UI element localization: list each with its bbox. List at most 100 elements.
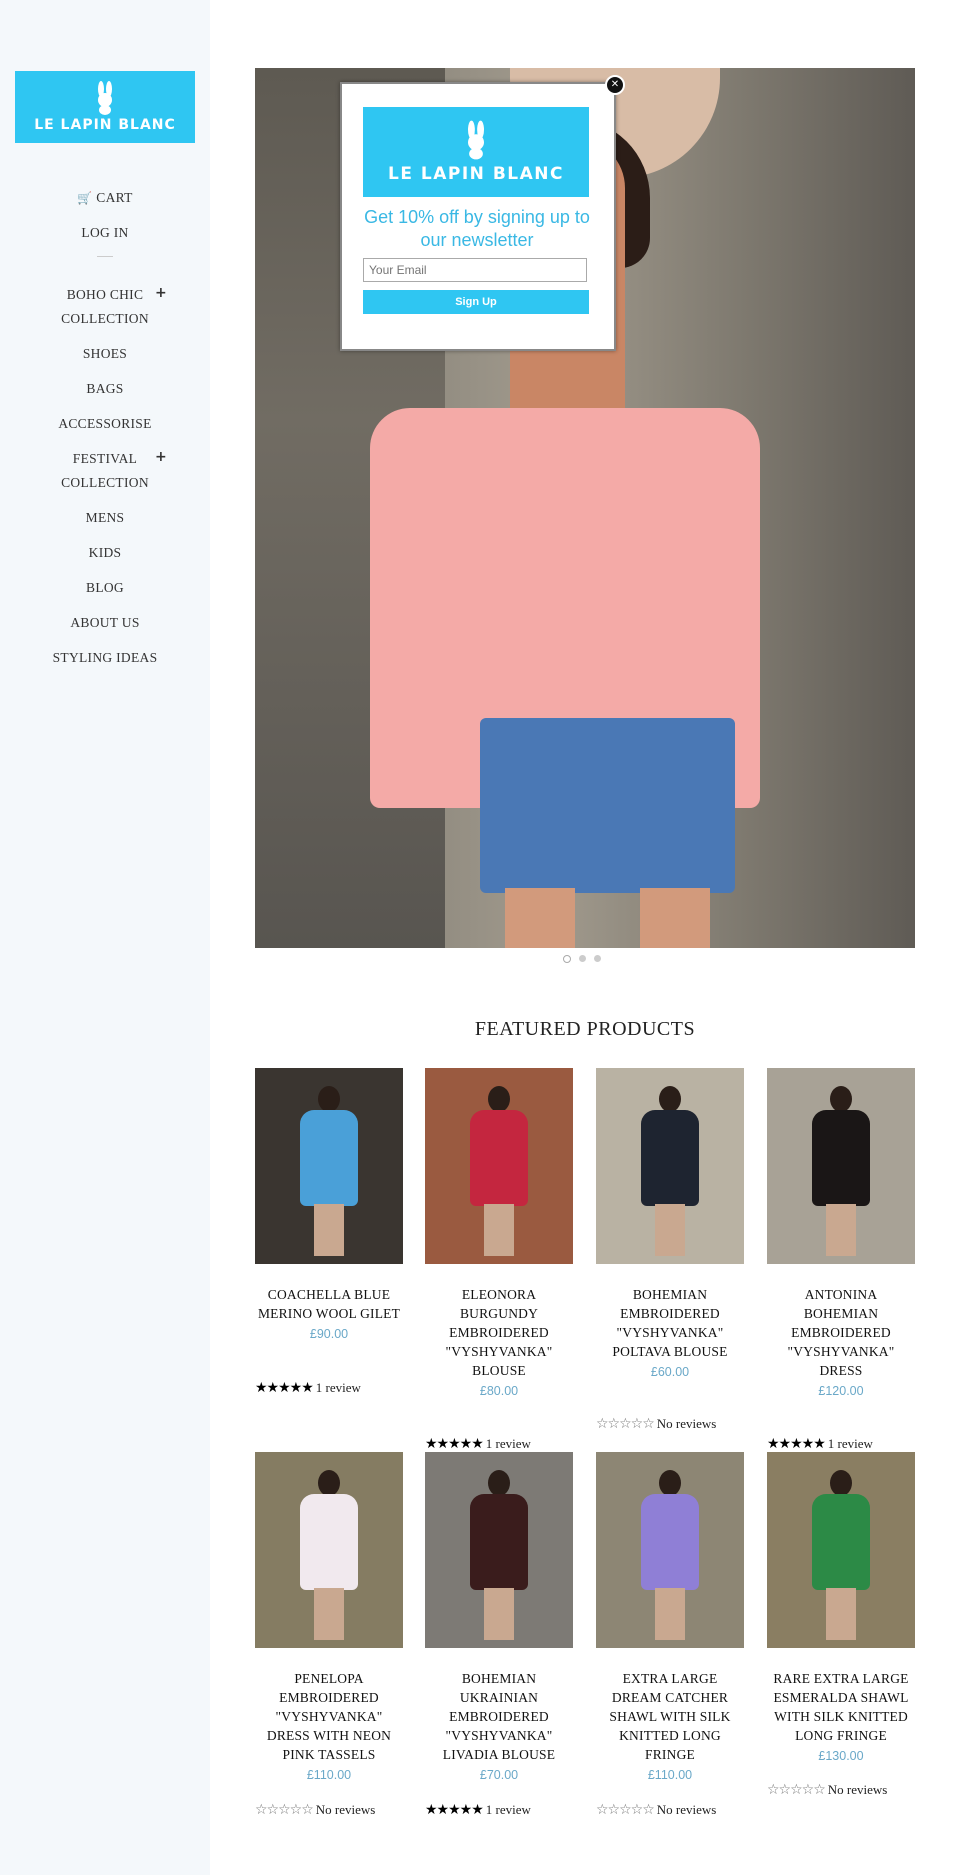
product-garment [300, 1494, 358, 1590]
product-title[interactable]: COACHELLA BLUE MERINO WOOL GILET [255, 1285, 403, 1323]
review-count: 1 review [827, 1436, 873, 1451]
product-reviews[interactable]: ☆☆☆☆☆ No reviews [596, 1416, 716, 1432]
sidebar-item-about-us[interactable]: ABOUT US [0, 611, 210, 635]
product-model-head [659, 1470, 681, 1496]
sidebar-item-boho-chic-collection[interactable]: BOHO CHIC COLLECTION + [0, 283, 210, 331]
product-model-head [488, 1470, 510, 1496]
sidebar-item-bags[interactable]: BAGS [0, 377, 210, 401]
expand-icon[interactable]: + [155, 445, 167, 469]
sidebar-item-label: FESTIVAL COLLECTION [61, 451, 149, 490]
product-reviews[interactable]: ☆☆☆☆☆ No reviews [255, 1802, 375, 1818]
expand-icon[interactable]: + [155, 281, 167, 305]
product-card[interactable]: RARE EXTRA LARGE ESMERALDA SHAWL WITH SI… [767, 1452, 915, 1798]
product-garment [470, 1494, 528, 1590]
product-price: £70.00 [479, 1768, 519, 1782]
star-rating-icon: ☆☆☆☆☆ [596, 1416, 655, 1432]
product-title[interactable]: ELEONORA BURGUNDY EMBROIDERED "VYSHYVANK… [425, 1285, 573, 1380]
star-rating-icon: ★★★★★ [425, 1436, 484, 1452]
product-model-head [318, 1470, 340, 1496]
product-model-head [488, 1086, 510, 1112]
product-reviews[interactable]: ★★★★★ 1 review [425, 1436, 531, 1452]
sidebar-item-label: BAGS [86, 381, 124, 396]
product-reviews[interactable]: ★★★★★ 1 review [255, 1380, 361, 1396]
product-card[interactable]: ELEONORA BURGUNDY EMBROIDERED "VYSHYVANK… [425, 1068, 573, 1452]
login-link[interactable]: LOG IN [0, 221, 210, 245]
popup-brand: LE LAPIN BLANC [388, 164, 564, 184]
product-card[interactable]: PENELOPA EMBROIDERED "VYSHYVANKA" DRESS … [255, 1452, 403, 1818]
hero-denim-shorts [480, 718, 735, 893]
review-count: No reviews [315, 1802, 376, 1817]
product-model-head [830, 1470, 852, 1496]
slideshow-dot[interactable] [579, 955, 586, 962]
sidebar-item-festival-collection[interactable]: FESTIVAL COLLECTION + [0, 447, 210, 495]
review-count: 1 review [485, 1436, 531, 1451]
product-image[interactable] [596, 1068, 744, 1264]
product-title[interactable]: ANTONINA BOHEMIAN EMBROIDERED "VYSHYVANK… [767, 1285, 915, 1380]
cart-label: CART [96, 190, 133, 205]
sidebar: LE LAPIN BLANC 🛒 CART LOG IN BOHO CHIC C… [0, 0, 210, 1875]
site-logo[interactable]: LE LAPIN BLANC [15, 71, 195, 143]
sidebar-item-kids[interactable]: KIDS [0, 541, 210, 565]
sidebar-item-accessorise[interactable]: ACCESSORISE [0, 412, 210, 436]
product-price: £130.00 [818, 1749, 864, 1763]
product-garment [812, 1110, 870, 1206]
sidebar-item-mens[interactable]: MENS [0, 506, 210, 530]
product-card[interactable]: BOHEMIAN EMBROIDERED "VYSHYVANKA" POLTAV… [596, 1068, 744, 1432]
review-count: 1 review [315, 1380, 361, 1395]
product-model-legs [484, 1204, 514, 1256]
sidebar-item-label: BOHO CHIC COLLECTION [61, 287, 149, 326]
product-card[interactable]: COACHELLA BLUE MERINO WOOL GILET £90.00 ★★… [255, 1068, 403, 1396]
product-price: £120.00 [818, 1384, 864, 1398]
signup-button[interactable]: Sign Up [363, 290, 589, 314]
product-image[interactable] [425, 1452, 573, 1648]
product-card[interactable]: EXTRA LARGE DREAM CATCHER SHAWL WITH SIL… [596, 1452, 744, 1818]
bunny-icon [98, 81, 112, 115]
product-image[interactable] [255, 1068, 403, 1264]
sidebar-item-blog[interactable]: BLOG [0, 576, 210, 600]
product-garment [470, 1110, 528, 1206]
star-rating-icon: ★★★★★ [255, 1380, 314, 1396]
product-reviews[interactable]: ★★★★★ 1 review [767, 1436, 873, 1452]
sidebar-item-styling-ideas[interactable]: STYLING IDEAS [0, 646, 210, 670]
product-image[interactable] [425, 1068, 573, 1264]
product-image[interactable] [255, 1452, 403, 1648]
product-reviews[interactable]: ☆☆☆☆☆ No reviews [596, 1802, 716, 1818]
product-price: £110.00 [306, 1768, 352, 1782]
slideshow-dot[interactable] [563, 955, 571, 963]
star-rating-icon: ★★★★★ [425, 1802, 484, 1818]
product-reviews[interactable]: ★★★★★ 1 review [425, 1802, 531, 1818]
product-model-legs [484, 1588, 514, 1640]
slideshow-dot[interactable] [594, 955, 601, 962]
sidebar-item-label: STYLING IDEAS [52, 650, 158, 665]
product-card[interactable]: BOHEMIAN UKRAINIAN EMBROIDERED "VYSHYVAN… [425, 1452, 573, 1818]
close-icon[interactable]: ✕ [605, 75, 625, 95]
product-title[interactable]: BOHEMIAN UKRAINIAN EMBROIDERED "VYSHYVAN… [425, 1669, 573, 1764]
product-reviews[interactable]: ☆☆☆☆☆ No reviews [767, 1782, 887, 1798]
slideshow-dots [563, 955, 601, 963]
sidebar-item-shoes[interactable]: SHOES [0, 342, 210, 366]
product-card[interactable]: ANTONINA BOHEMIAN EMBROIDERED "VYSHYVANK… [767, 1068, 915, 1452]
product-image[interactable] [767, 1452, 915, 1648]
email-field[interactable] [363, 258, 587, 282]
sidebar-item-label: KIDS [88, 545, 122, 560]
cart-link[interactable]: 🛒 CART [0, 186, 210, 210]
product-model-legs [826, 1204, 856, 1256]
product-title[interactable]: RARE EXTRA LARGE ESMERALDA SHAWL WITH SI… [767, 1669, 915, 1745]
popup-headline: Get 10% off by signing up to our newslet… [364, 207, 590, 250]
sidebar-item-label: ABOUT US [70, 615, 140, 630]
brand-name: LE LAPIN BLANC [34, 117, 176, 133]
sidebar-item-label: BLOG [86, 580, 124, 595]
sidebar-item-label: MENS [85, 510, 125, 525]
product-garment [300, 1110, 358, 1206]
product-title[interactable]: BOHEMIAN EMBROIDERED "VYSHYVANKA" POLTAV… [596, 1285, 744, 1361]
bunny-icon [468, 120, 484, 160]
product-title[interactable]: PENELOPA EMBROIDERED "VYSHYVANKA" DRESS … [255, 1669, 403, 1764]
hero-leg-left [505, 888, 575, 948]
product-model-head [659, 1086, 681, 1112]
star-rating-icon: ★★★★★ [767, 1436, 826, 1452]
product-model-legs [655, 1588, 685, 1640]
product-image[interactable] [767, 1068, 915, 1264]
product-price: £110.00 [647, 1768, 693, 1782]
product-image[interactable] [596, 1452, 744, 1648]
product-title[interactable]: EXTRA LARGE DREAM CATCHER SHAWL WITH SIL… [596, 1669, 744, 1764]
